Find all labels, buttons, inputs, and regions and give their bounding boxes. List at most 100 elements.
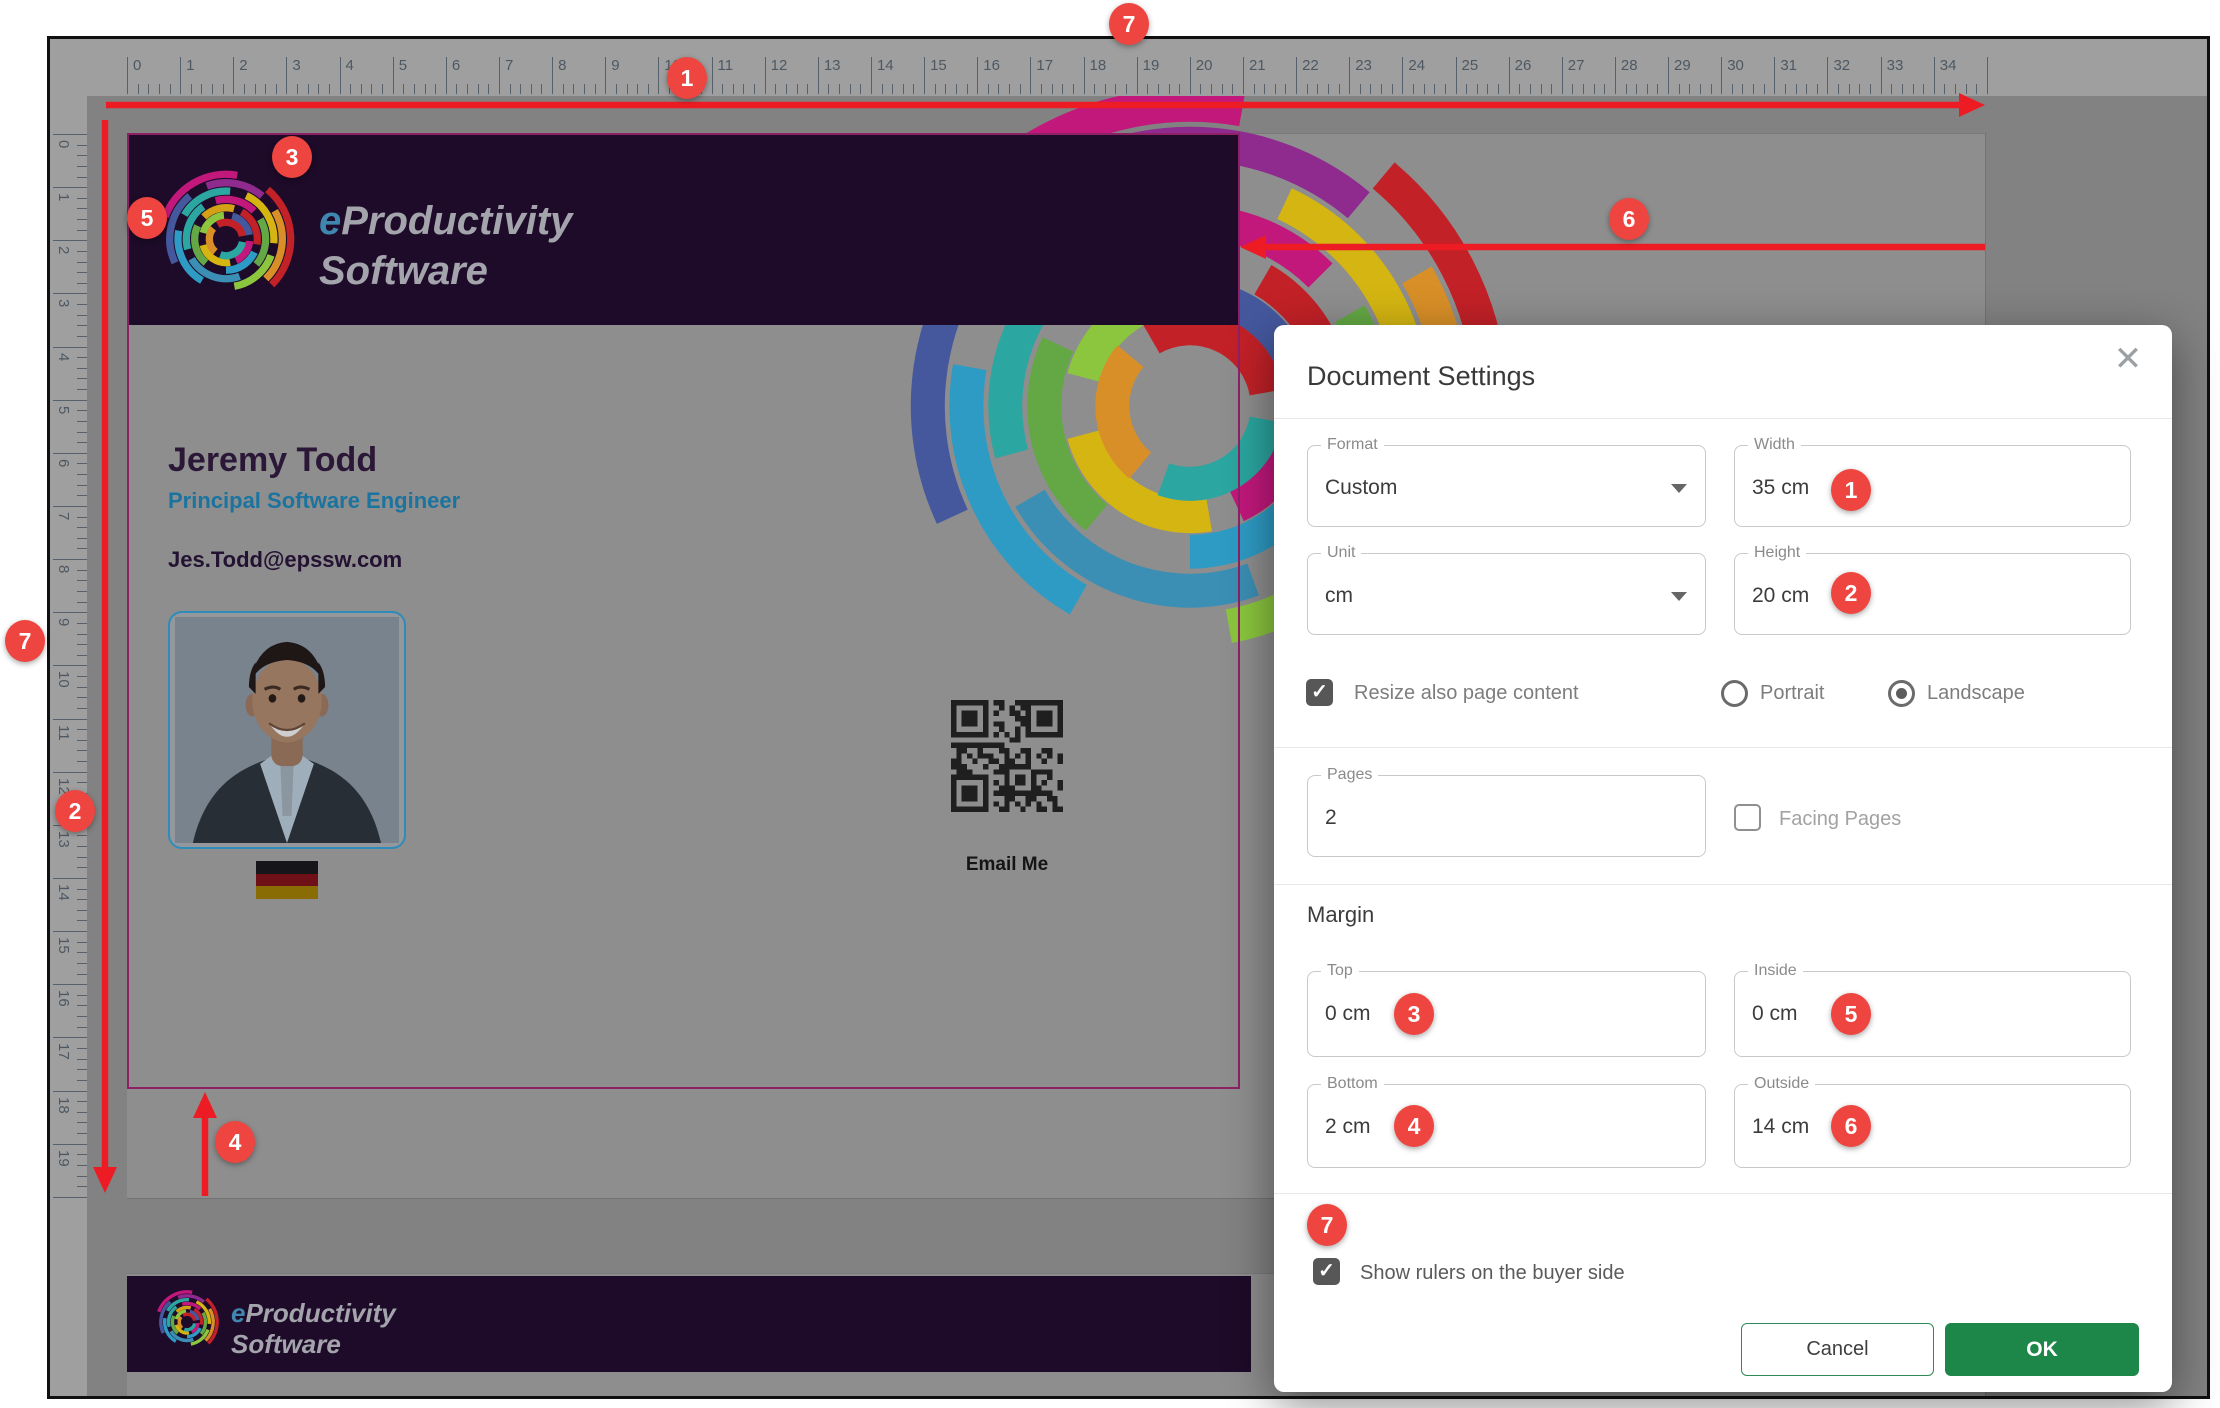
ruler-tick xyxy=(1785,84,1786,94)
ruler-tick: 24 xyxy=(1408,57,1425,74)
ruler-tick xyxy=(77,676,87,677)
close-icon[interactable]: ✕ xyxy=(2106,337,2150,381)
ruler-tick: 3 xyxy=(292,57,300,74)
ruler-tick xyxy=(77,230,87,231)
ruler-tick xyxy=(77,846,87,847)
ruler-tick xyxy=(1105,84,1106,94)
ruler-tick xyxy=(138,84,139,94)
divider xyxy=(1274,747,2172,748)
ruler-tick xyxy=(53,1091,87,1092)
germany-flag-icon[interactable] xyxy=(256,861,318,899)
ruler-tick: 32 xyxy=(1833,57,1850,74)
pages-input[interactable]: Pages 2 xyxy=(1307,775,1706,857)
ruler-tick xyxy=(53,1144,87,1145)
ruler-tick xyxy=(1211,84,1212,94)
annotation-badge: 1 xyxy=(1831,469,1871,511)
ruler-tick xyxy=(53,347,87,348)
ruler-tick xyxy=(765,57,766,94)
qr-code[interactable] xyxy=(951,700,1063,812)
ruler-tick xyxy=(77,517,87,518)
ruler-tick xyxy=(244,84,245,94)
person-name-text[interactable]: Jeremy Todd xyxy=(168,441,377,480)
annotation-badge: 7 xyxy=(1109,3,1149,45)
ruler-tick xyxy=(595,84,596,94)
person-email-text[interactable]: Jes.Todd@epssw.com xyxy=(168,547,402,573)
width-value: 35 cm xyxy=(1752,476,1809,500)
ruler-tick xyxy=(77,867,87,868)
ruler-tick: 21 xyxy=(1249,57,1266,74)
ruler-tick xyxy=(425,84,426,94)
ruler-tick xyxy=(53,1197,87,1198)
ruler-tick xyxy=(807,84,808,94)
horizontal-ruler[interactable]: 0123456789101112131415161718192021222324… xyxy=(47,36,2210,96)
ruler-tick xyxy=(584,84,585,94)
ruler-tick xyxy=(1147,84,1148,94)
format-value: Custom xyxy=(1325,476,1397,500)
ruler-tick xyxy=(1296,57,1297,94)
ruler-tick xyxy=(77,442,87,443)
portrait-photo[interactable] xyxy=(168,611,406,849)
ruler-tick xyxy=(77,421,87,422)
ruler-tick xyxy=(297,84,298,94)
ruler-tick xyxy=(77,219,87,220)
resize-content-checkbox[interactable]: ✓ xyxy=(1306,679,1333,706)
ruler-tick xyxy=(233,57,234,94)
ruler-tick xyxy=(1275,84,1276,94)
ruler-tick: 3 xyxy=(55,299,72,307)
ruler-tick xyxy=(712,57,713,94)
margin-top-input[interactable]: Top 0 cm xyxy=(1307,971,1706,1057)
ruler-tick xyxy=(499,57,500,94)
ruler-tick xyxy=(53,293,87,294)
annotation-badge: 5 xyxy=(127,197,167,239)
annotation-badge: 6 xyxy=(1831,1105,1871,1147)
cancel-button[interactable]: Cancel xyxy=(1741,1323,1934,1376)
ruler-tick xyxy=(563,84,564,94)
ruler-tick xyxy=(77,495,87,496)
facing-pages-label: Facing Pages xyxy=(1779,808,1901,831)
height-input[interactable]: Height 20 cm xyxy=(1734,553,2131,635)
qr-code-label[interactable]: Email Me xyxy=(951,854,1063,876)
ruler-tick xyxy=(77,1186,87,1187)
width-input[interactable]: Width 35 cm xyxy=(1734,445,2131,527)
facing-pages-checkbox[interactable] xyxy=(1734,804,1761,831)
brand-e: e xyxy=(231,1298,245,1328)
vertical-ruler[interactable]: 012345678910111213141516171819 xyxy=(47,36,87,1399)
ruler-tick xyxy=(1700,84,1701,94)
ruler-corner xyxy=(47,36,87,96)
ruler-tick xyxy=(1647,84,1648,94)
ruler-tick xyxy=(77,1016,87,1017)
ruler-tick xyxy=(1753,84,1754,94)
annotation-badge: 4 xyxy=(1394,1105,1434,1147)
ruler-tick xyxy=(77,474,87,475)
page2-brand-logo-icon[interactable] xyxy=(153,1288,221,1356)
ruler-tick xyxy=(77,304,87,305)
ruler-tick: 18 xyxy=(1090,57,1107,74)
ruler-tick xyxy=(77,378,87,379)
chevron-down-icon xyxy=(1671,592,1687,601)
margin-bottom-label: Bottom xyxy=(1321,1075,1384,1093)
show-rulers-checkbox[interactable]: ✓ xyxy=(1313,1258,1340,1285)
ruler-tick xyxy=(53,719,87,720)
page2-brand-wordmark[interactable]: eProductivity Software xyxy=(231,1298,396,1360)
margin-outside-input[interactable]: Outside 14 cm xyxy=(1734,1084,2131,1168)
margin-inside-input[interactable]: Inside 0 cm xyxy=(1734,971,2131,1057)
format-select[interactable]: Format Custom xyxy=(1307,445,1706,527)
ruler-tick xyxy=(1190,57,1191,94)
ruler-tick xyxy=(201,84,202,94)
height-label: Height xyxy=(1748,544,1806,562)
ruler-tick: 9 xyxy=(611,57,619,74)
ruler-tick xyxy=(77,548,87,549)
ruler-tick xyxy=(77,740,87,741)
ruler-tick xyxy=(77,283,87,284)
ruler-tick: 22 xyxy=(1302,57,1319,74)
portrait-radio[interactable] xyxy=(1721,680,1748,707)
ok-button[interactable]: OK xyxy=(1945,1323,2139,1376)
person-title-text[interactable]: Principal Software Engineer xyxy=(168,488,460,514)
ruler-tick xyxy=(988,84,989,94)
unit-select[interactable]: Unit cm xyxy=(1307,553,1706,635)
landscape-radio[interactable] xyxy=(1888,680,1915,707)
margin-bottom-input[interactable]: Bottom 2 cm xyxy=(1307,1084,1706,1168)
annotation-badge: 4 xyxy=(215,1121,255,1163)
height-value: 20 cm xyxy=(1752,584,1809,608)
margin-outside-label: Outside xyxy=(1748,1075,1815,1093)
